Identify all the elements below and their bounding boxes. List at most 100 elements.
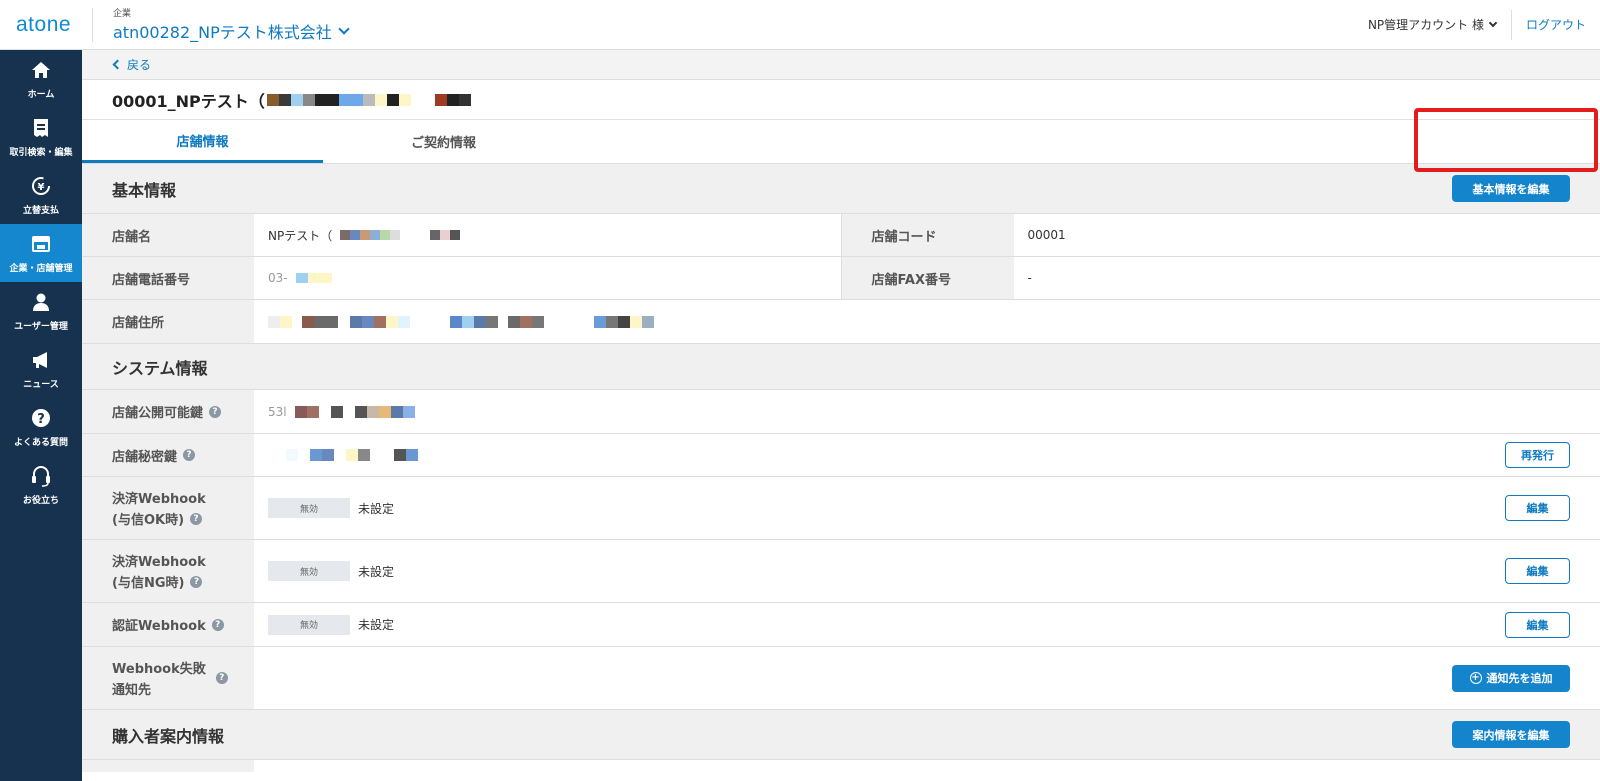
- sidebar-item-news[interactable]: ニュース: [0, 340, 82, 398]
- company-name-dropdown[interactable]: atn00282_NPテスト株式会社: [113, 19, 350, 43]
- company-name: atn00282_NPテスト株式会社: [113, 23, 332, 42]
- field-label: 店舗秘密鍵 ?: [82, 434, 254, 476]
- field-label: 決済Webhook (与信OK時) ?: [82, 477, 254, 539]
- add-notify-label: 通知先を追加: [1486, 672, 1553, 685]
- table-row: 決済Webhook (与信OK時) ? 無効 未設定 編集: [82, 477, 1600, 540]
- sidebar-item-label: ニュース: [23, 379, 59, 390]
- company-selector[interactable]: 企業 atn00282_NPテスト株式会社: [92, 7, 350, 43]
- sidebar: ホーム 取引検索・編集 ¥ 立替支払 企業・店舗管理 ユーザー管理 ニュース ?: [0, 50, 82, 781]
- help-icon[interactable]: ?: [209, 405, 222, 418]
- status-badge: 無効: [268, 561, 350, 581]
- edit-basic-info-button[interactable]: 基本情報を編集: [1452, 175, 1570, 202]
- store-icon: [30, 233, 52, 255]
- public-key-text: 53l: [268, 404, 287, 419]
- sidebar-item-useful[interactable]: お役立ち: [0, 456, 82, 514]
- sidebar-item-users[interactable]: ユーザー管理: [0, 282, 82, 340]
- edit-webhook-ok-button[interactable]: 編集: [1505, 495, 1570, 521]
- webhook-fail-label: Webhook失敗: [112, 662, 206, 677]
- sidebar-item-faq[interactable]: ? よくある質問: [0, 398, 82, 456]
- sidebar-item-label: ホーム: [27, 89, 55, 100]
- redacted-text: [294, 405, 415, 418]
- webhook-fail-value: + 通知先を追加: [254, 647, 1600, 709]
- megaphone-icon: [30, 349, 52, 371]
- sidebar-item-label: 立替支払: [22, 205, 59, 216]
- redacted-text: [266, 93, 471, 106]
- home-icon: [30, 59, 52, 81]
- edit-auth-webhook-button[interactable]: 編集: [1505, 611, 1570, 638]
- atone-logo[interactable]: atone: [0, 13, 82, 37]
- svg-text:?: ?: [37, 412, 45, 427]
- add-notify-button[interactable]: + 通知先を追加: [1452, 664, 1570, 692]
- section-title: システム情報: [112, 358, 208, 378]
- table-row: [82, 760, 1600, 772]
- buyer-info-header: 購入者案内情報 案内情報を編集: [82, 710, 1600, 760]
- company-label: 企業: [113, 9, 132, 19]
- public-key-value: 53l: [254, 390, 1600, 433]
- field-value: [254, 760, 1600, 772]
- help-icon[interactable]: ?: [183, 449, 196, 461]
- status-text: 未設定: [358, 618, 395, 632]
- chevron-left-icon: [112, 59, 123, 70]
- system-info-header: システム情報: [82, 344, 1600, 390]
- help-icon[interactable]: ?: [190, 512, 203, 525]
- edit-webhook-ng-button[interactable]: 編集: [1505, 558, 1570, 584]
- webhook-ng-label: 決済Webhook: [112, 555, 206, 570]
- secret-key-value: 再発行: [254, 434, 1600, 476]
- logout-link[interactable]: ログアウト: [1510, 9, 1600, 40]
- sidebar-item-label: 取引検索・編集: [9, 147, 73, 158]
- yen-cycle-icon: ¥: [30, 175, 52, 197]
- field-label: 店舗コード: [841, 214, 1014, 256]
- sidebar-item-transactions[interactable]: 取引検索・編集: [0, 108, 82, 166]
- table-row: 店舗名 NPテスト（ 店舗コード 00001: [82, 214, 1600, 257]
- auth-webhook-label: 認証Webhook: [112, 619, 206, 634]
- highlight-box: [1414, 108, 1598, 172]
- status-badge: 無効: [268, 498, 350, 518]
- sidebar-item-home[interactable]: ホーム: [0, 50, 82, 108]
- edit-buyer-info-button[interactable]: 案内情報を編集: [1452, 721, 1570, 748]
- reissue-button[interactable]: 再発行: [1505, 442, 1570, 468]
- webhook-ok-sublabel: (与信OK時): [112, 513, 185, 528]
- section-title: 購入者案内情報: [112, 726, 225, 746]
- webhook-ng-value: 無効 未設定 編集: [254, 540, 1600, 602]
- field-label: 店舗電話番号: [82, 257, 254, 299]
- table-row: 店舗電話番号 03- 店舗FAX番号 -: [82, 257, 1600, 300]
- sidebar-item-label: ユーザー管理: [14, 321, 68, 332]
- help-icon[interactable]: ?: [190, 575, 203, 588]
- table-row: 店舗公開可能鍵 ? 53l: [82, 390, 1600, 434]
- tab-bar: 店舗情報 ご契約情報: [82, 120, 1600, 164]
- main-content: 戻る 00001_NPテスト（ 店舗情報 ご契約情報 基本情報 基本情報を編集 …: [82, 50, 1600, 781]
- page-title: 00001_NPテスト（: [82, 80, 1600, 120]
- sidebar-item-company-store[interactable]: 企業・店舗管理: [0, 224, 82, 282]
- redacted-text: [295, 273, 332, 283]
- sidebar-item-label: 企業・店舗管理: [9, 263, 73, 274]
- table-row: 店舗住所: [82, 300, 1600, 344]
- store-name-value: NPテスト（: [254, 214, 841, 256]
- table-row: 決済Webhook (与信NG時) ? 無効 未設定 編集: [82, 540, 1600, 603]
- webhook-fail-sublabel: 通知先: [112, 683, 152, 698]
- back-link[interactable]: 戻る: [82, 50, 1600, 80]
- webhook-ng-sublabel: (与信NG時): [112, 576, 185, 591]
- address-value: [254, 300, 1600, 343]
- field-label: [82, 760, 254, 772]
- redacted-text: [268, 315, 654, 328]
- phone-text: 03-: [268, 271, 288, 285]
- question-icon: ?: [30, 407, 52, 429]
- public-key-label: 店舗公開可能鍵: [112, 406, 204, 421]
- back-label: 戻る: [127, 58, 152, 72]
- webhook-ok-label: 決済Webhook: [112, 492, 206, 507]
- webhook-ok-value: 無効 未設定 編集: [254, 477, 1600, 539]
- table-row: 認証Webhook ? 無効 未設定 編集: [82, 603, 1600, 647]
- secret-key-label: 店舗秘密鍵: [112, 449, 178, 465]
- tab-contract-info[interactable]: ご契約情報: [323, 120, 564, 163]
- field-label: 決済Webhook (与信NG時) ?: [82, 540, 254, 602]
- tab-store-info[interactable]: 店舗情報: [82, 120, 323, 163]
- chevron-down-icon: [1488, 18, 1498, 27]
- plus-circle-icon: +: [1469, 672, 1482, 684]
- account-menu[interactable]: NP管理アカウント 様: [1368, 16, 1511, 33]
- chevron-down-icon: [338, 23, 350, 35]
- sidebar-item-payments[interactable]: ¥ 立替支払: [0, 166, 82, 224]
- help-icon[interactable]: ?: [215, 672, 228, 684]
- help-icon[interactable]: ?: [211, 618, 224, 631]
- field-label: 店舗FAX番号: [841, 257, 1014, 299]
- svg-text:¥: ¥: [38, 182, 45, 193]
